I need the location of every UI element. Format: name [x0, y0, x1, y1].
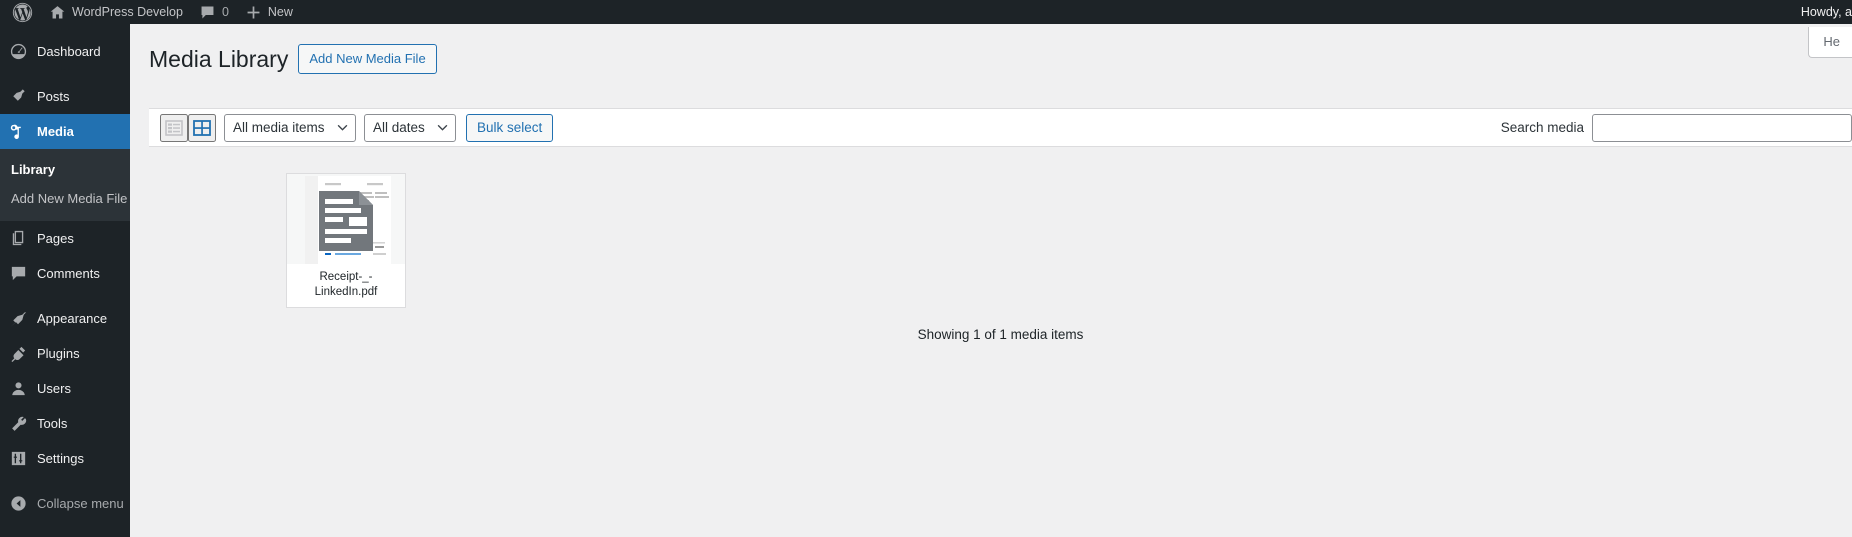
- admin-sidebar-menu: Dashboard Posts Media Library Add New Me…: [0, 24, 138, 537]
- admin-bar-left: WordPress Develop 0 New: [0, 0, 301, 24]
- media-type-filter[interactable]: All media items: [224, 113, 356, 142]
- media-icon: [10, 124, 21, 139]
- page-title: Media Library: [149, 45, 289, 72]
- list-view-icon: [165, 119, 183, 136]
- media-submenu: Library Add New Media File: [0, 149, 130, 221]
- plugin-icon: [11, 346, 26, 363]
- sidebar-item-dashboard[interactable]: Dashboard: [0, 34, 130, 69]
- wrench-icon: [12, 416, 27, 431]
- collapse-menu-label: Collapse menu: [37, 496, 124, 511]
- view-switch: [149, 113, 216, 142]
- wp-logo-button[interactable]: [4, 0, 41, 24]
- paintbrush-icon: [10, 312, 27, 327]
- comment-bubble-icon: [11, 266, 26, 281]
- home-icon: [50, 5, 65, 18]
- sidebar-item-label: Comments: [37, 266, 100, 281]
- sidebar-item-label: Tools: [37, 416, 68, 431]
- date-filter[interactable]: All dates: [364, 113, 456, 142]
- help-tab-button[interactable]: He: [1808, 27, 1852, 58]
- menu-spacer: [0, 291, 130, 301]
- sidebar-item-appearance[interactable]: Appearance: [0, 301, 130, 336]
- sidebar-item-label: Users: [37, 381, 71, 396]
- page-header: Media Library Add New Media File: [130, 24, 1852, 74]
- sidebar-subitem-library[interactable]: Library: [0, 155, 130, 184]
- comments-count: 0: [221, 5, 229, 19]
- new-content-label: New: [267, 5, 293, 19]
- attachment-filename: Receipt-_-LinkedIn.pdf: [314, 271, 378, 298]
- sidebar-item-label: Plugins: [37, 346, 80, 361]
- site-name-label: WordPress Develop: [72, 5, 183, 19]
- media-toolbar: All media items All dates Bulk select Se…: [149, 108, 1852, 147]
- comment-bubble-icon: [201, 6, 214, 18]
- media-count-status: Showing 1 of 1 media items: [917, 327, 1084, 342]
- search-media-label: Search media: [1500, 120, 1584, 135]
- admin-bar: WordPress Develop 0 New Howdy, a: [0, 0, 1852, 24]
- my-account-button[interactable]: Howdy, a: [1793, 0, 1852, 24]
- sidebar-item-label: Settings: [37, 451, 84, 466]
- collapse-menu-button[interactable]: Collapse menu: [0, 486, 130, 521]
- sidebar-item-label: Media: [37, 124, 74, 139]
- dashboard-icon: [10, 43, 27, 60]
- sidebar-item-media[interactable]: Media: [0, 114, 138, 149]
- bulk-select-button[interactable]: Bulk select: [466, 113, 554, 142]
- collapse-arrow-icon: [11, 496, 26, 511]
- attachments-grid: Receipt-_-LinkedIn.pdf: [286, 173, 406, 308]
- settings-sliders-icon: [11, 451, 26, 466]
- sidebar-item-plugins[interactable]: Plugins: [0, 336, 130, 371]
- sidebar-item-label: Pages: [37, 231, 74, 246]
- sidebar-item-label: Appearance: [37, 311, 108, 326]
- pdf-document-icon: [319, 190, 373, 251]
- sidebar-item-tools[interactable]: Tools: [0, 406, 130, 441]
- grid-view-button[interactable]: [188, 113, 216, 142]
- media-type-filter-wrap: All media items: [224, 113, 356, 142]
- comments-button[interactable]: 0: [191, 0, 237, 24]
- pin-icon: [10, 89, 25, 104]
- pages-icon: [12, 230, 24, 246]
- search-media-input[interactable]: [1592, 113, 1852, 142]
- site-name-button[interactable]: WordPress Develop: [41, 0, 191, 24]
- admin-bar-right: Howdy, a: [1793, 0, 1852, 24]
- sidebar-item-label: Posts: [37, 89, 70, 104]
- plus-icon: [247, 6, 260, 18]
- user-icon: [12, 382, 25, 396]
- menu-spacer: [0, 69, 130, 79]
- attachment-thumbnail: [287, 174, 405, 264]
- sidebar-item-posts[interactable]: Posts: [0, 79, 130, 114]
- sidebar-item-pages[interactable]: Pages: [0, 221, 130, 256]
- search-group: Search media: [1500, 113, 1852, 142]
- grid-view-icon: [193, 119, 211, 136]
- wordpress-logo-icon: [12, 2, 33, 22]
- menu-spacer: [0, 476, 130, 486]
- new-content-button[interactable]: New: [237, 0, 301, 24]
- howdy-label: Howdy, a: [1800, 5, 1852, 19]
- list-view-button[interactable]: [160, 113, 188, 142]
- attachment-item[interactable]: Receipt-_-LinkedIn.pdf: [286, 173, 406, 308]
- sidebar-item-users[interactable]: Users: [0, 371, 130, 406]
- sidebar-item-comments[interactable]: Comments: [0, 256, 130, 291]
- date-filter-wrap: All dates: [364, 113, 456, 142]
- sidebar-subitem-add-new-media-file[interactable]: Add New Media File: [0, 184, 130, 213]
- menu-spacer: [0, 24, 130, 34]
- page-body: He Media Library Add New Media File All …: [130, 24, 1852, 537]
- sidebar-item-label: Dashboard: [37, 44, 101, 59]
- add-new-media-file-button[interactable]: Add New Media File: [298, 44, 437, 74]
- sidebar-item-settings[interactable]: Settings: [0, 441, 130, 476]
